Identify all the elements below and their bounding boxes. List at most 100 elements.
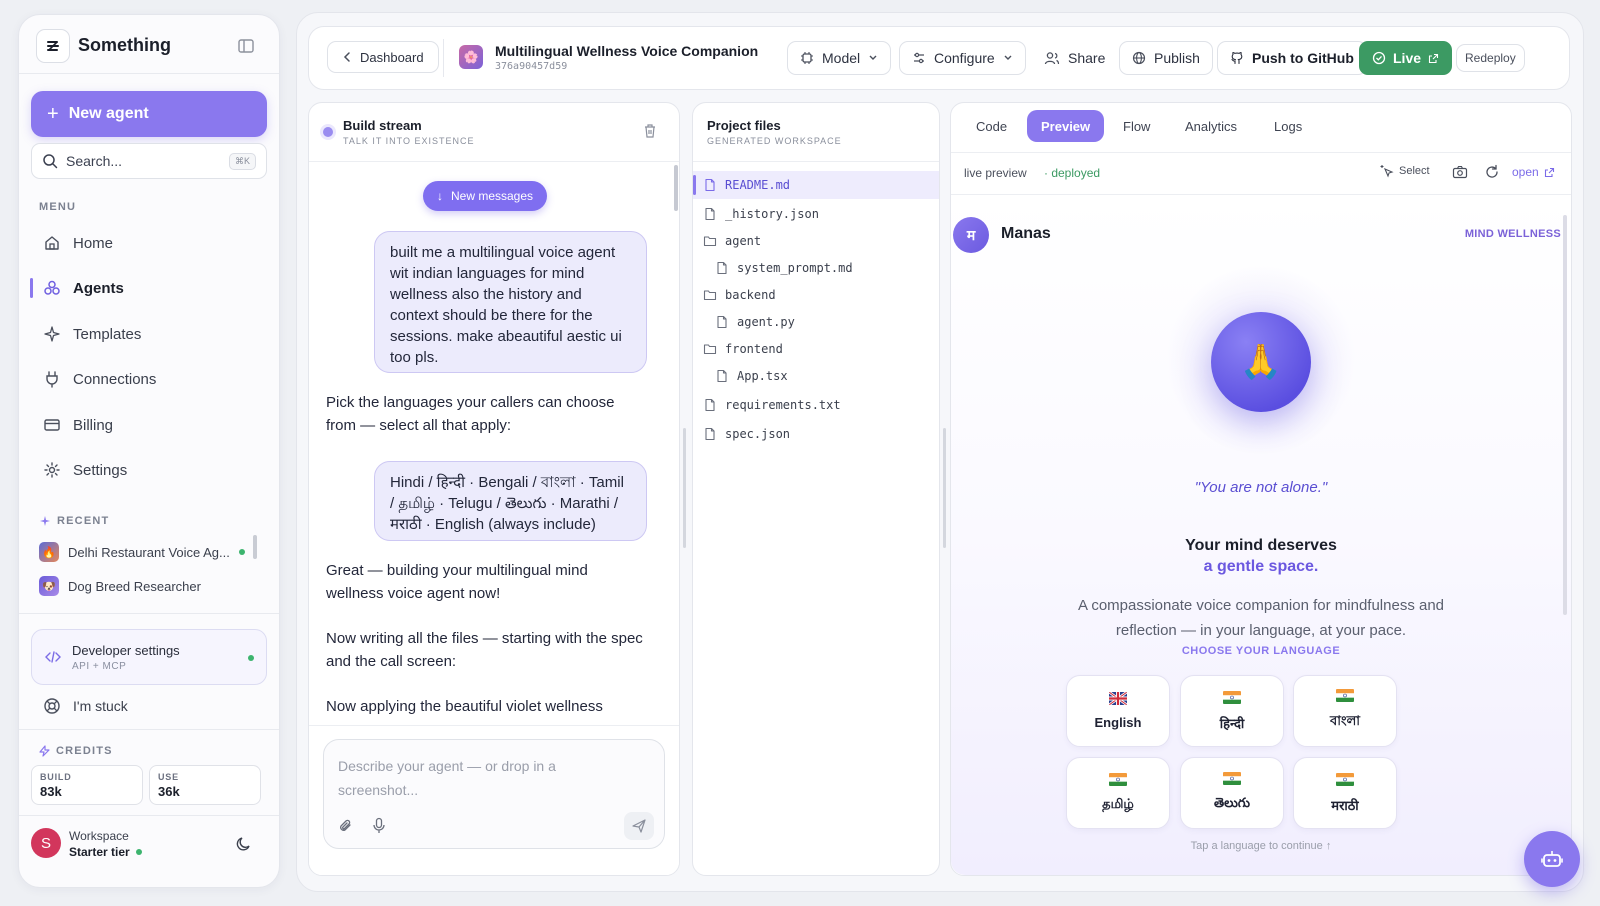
publish-button[interactable]: Publish bbox=[1119, 41, 1213, 75]
im-stuck-button[interactable]: I'm stuck bbox=[31, 687, 267, 725]
recent-scrollbar[interactable] bbox=[253, 535, 257, 559]
sidebar-item-label: Templates bbox=[73, 325, 142, 343]
new-messages-button[interactable]: ↓ New messages bbox=[423, 181, 548, 211]
cursor-sparkle-icon bbox=[1380, 165, 1394, 178]
language-name: தமிழ் bbox=[1102, 796, 1134, 811]
file-icon bbox=[705, 178, 715, 192]
file-row[interactable]: agent.py bbox=[693, 308, 939, 336]
live-label: Live bbox=[1393, 50, 1422, 66]
credits-label: CREDITS bbox=[56, 745, 113, 757]
chevron-down-icon bbox=[1004, 55, 1012, 60]
language-option[interactable]: తెలుగు bbox=[1180, 757, 1284, 829]
plus-icon: + bbox=[47, 103, 59, 125]
folder-row[interactable]: backend bbox=[693, 281, 939, 309]
project-header: Dashboard 🌸 Multilingual Wellness Voice … bbox=[308, 26, 1570, 90]
plug-icon bbox=[46, 371, 58, 388]
language-hint: Tap a language to continue ↑ bbox=[1190, 840, 1332, 852]
language-option[interactable]: मराठी bbox=[1293, 757, 1397, 829]
tab-logs[interactable]: Logs bbox=[1260, 110, 1316, 142]
tab-code[interactable]: Code bbox=[962, 110, 1021, 142]
code-icon bbox=[45, 651, 61, 663]
open-preview-link[interactable]: open bbox=[1512, 165, 1555, 179]
file-row[interactable]: requirements.txt bbox=[693, 391, 939, 419]
tab-analytics[interactable]: Analytics bbox=[1171, 110, 1251, 142]
file-row[interactable]: _history.json bbox=[693, 200, 939, 228]
camera-icon[interactable] bbox=[1452, 165, 1468, 179]
collapse-sidebar-icon[interactable] bbox=[237, 37, 257, 57]
redeploy-button[interactable]: Redeploy bbox=[1456, 44, 1525, 72]
push-to-github-button[interactable]: Push to GitHub bbox=[1217, 41, 1367, 75]
share-button[interactable]: Share bbox=[1031, 41, 1119, 75]
language-option[interactable]: हिन्दी bbox=[1180, 675, 1284, 747]
language-option[interactable]: English bbox=[1066, 675, 1170, 747]
back-to-dashboard-button[interactable]: Dashboard bbox=[327, 41, 439, 73]
select-label: Select bbox=[1399, 165, 1430, 177]
send-button[interactable] bbox=[624, 812, 654, 840]
headline-line-2: a gentle space. bbox=[1203, 558, 1319, 575]
select-element-button[interactable]: Select bbox=[1380, 164, 1430, 178]
file-row[interactable]: system_prompt.md bbox=[693, 254, 939, 282]
praying-hands-icon: 🙏 bbox=[1239, 343, 1283, 381]
paperclip-icon[interactable] bbox=[338, 818, 354, 834]
preview-scrollbar[interactable] bbox=[1563, 215, 1567, 615]
project-title: Multilingual Wellness Voice Companion bbox=[495, 43, 759, 59]
recent-item[interactable]: 🐶 Dog Breed Researcher bbox=[39, 573, 251, 599]
theme-toggle-moon-icon[interactable] bbox=[235, 835, 253, 853]
trash-icon[interactable] bbox=[643, 123, 657, 139]
tab-flow[interactable]: Flow bbox=[1109, 110, 1164, 142]
developer-settings-button[interactable]: Developer settings API + MCP bbox=[31, 629, 267, 685]
file-name: requirements.txt bbox=[725, 398, 841, 412]
sidebar-item-label: Agents bbox=[73, 279, 124, 297]
sidebar-item-home[interactable]: Home bbox=[31, 224, 267, 262]
live-preview-label: live preview bbox=[964, 166, 1027, 180]
folder-icon bbox=[703, 290, 717, 301]
folder-row[interactable]: agent bbox=[693, 227, 939, 255]
brand-logo-icon[interactable] bbox=[36, 29, 70, 63]
file-name: agent.py bbox=[737, 315, 795, 329]
language-name: मराठी bbox=[1331, 797, 1359, 813]
sidebar-item-label: Home bbox=[73, 234, 114, 252]
avatar[interactable]: S bbox=[31, 828, 61, 858]
prompt-placeholder: Describe your agent — or drop in a scree… bbox=[338, 758, 556, 798]
file-row[interactable]: README.md bbox=[693, 171, 939, 199]
language-option[interactable]: தமிழ் bbox=[1066, 757, 1170, 829]
bot-message: Great — building your multilingual mind … bbox=[326, 562, 588, 602]
search-input[interactable]: Search... ⌘K bbox=[31, 143, 267, 179]
voice-orb-button[interactable]: 🙏 bbox=[1211, 312, 1311, 412]
user-message: Hindi / हिन्दी · Bengali / বাংলা · Tamil… bbox=[374, 461, 647, 541]
github-icon bbox=[1231, 52, 1243, 65]
sidebar-item-agents[interactable]: Agents bbox=[30, 269, 267, 307]
microphone-icon[interactable] bbox=[372, 817, 386, 835]
language-option[interactable]: বাংলা bbox=[1293, 675, 1397, 747]
chat-scrollbar[interactable] bbox=[674, 165, 678, 211]
app-name: Manas bbox=[1001, 225, 1051, 242]
sidebar-item-settings[interactable]: Settings bbox=[31, 451, 267, 489]
sidebar-item-templates[interactable]: Templates bbox=[31, 315, 267, 353]
file-row[interactable]: App.tsx bbox=[693, 362, 939, 390]
refresh-icon[interactable] bbox=[1484, 164, 1500, 180]
search-placeholder: Search... bbox=[66, 153, 123, 169]
dev-settings-subtitle: API + MCP bbox=[72, 660, 127, 672]
sidebar-item-billing[interactable]: Billing bbox=[31, 406, 267, 444]
recent-item[interactable]: 🔥 Delhi Restaurant Voice Ag... bbox=[39, 539, 251, 565]
bot-message: Now applying the beautiful violet wellne… bbox=[326, 698, 603, 715]
file-icon bbox=[717, 369, 727, 383]
model-dropdown[interactable]: Model bbox=[787, 41, 892, 75]
new-agent-button[interactable]: + New agent bbox=[31, 91, 267, 137]
folder-row[interactable]: frontend bbox=[693, 335, 939, 363]
configure-dropdown[interactable]: Configure bbox=[899, 41, 1026, 75]
language-name: తెలుగు bbox=[1214, 795, 1250, 810]
sidebar-item-connections[interactable]: Connections bbox=[31, 360, 267, 398]
live-button[interactable]: Live bbox=[1359, 41, 1453, 75]
build-stream-panel: Build stream TALK IT INTO EXISTENCE ↓ Ne… bbox=[308, 102, 680, 876]
deployed-status: · deployed bbox=[1044, 166, 1101, 180]
folder-name: agent bbox=[725, 234, 762, 248]
panel-resize-handle[interactable] bbox=[943, 428, 946, 548]
workspace-info[interactable]: Workspace Starter tier bbox=[69, 829, 142, 859]
prompt-input[interactable]: Describe your agent — or drop in a scree… bbox=[323, 739, 665, 849]
tab-preview[interactable]: Preview bbox=[1027, 110, 1105, 142]
file-row[interactable]: spec.json bbox=[693, 420, 939, 448]
panel-resize-handle[interactable] bbox=[683, 428, 686, 548]
check-circle-icon bbox=[1372, 51, 1386, 65]
assistant-bot-button[interactable] bbox=[1524, 831, 1580, 887]
